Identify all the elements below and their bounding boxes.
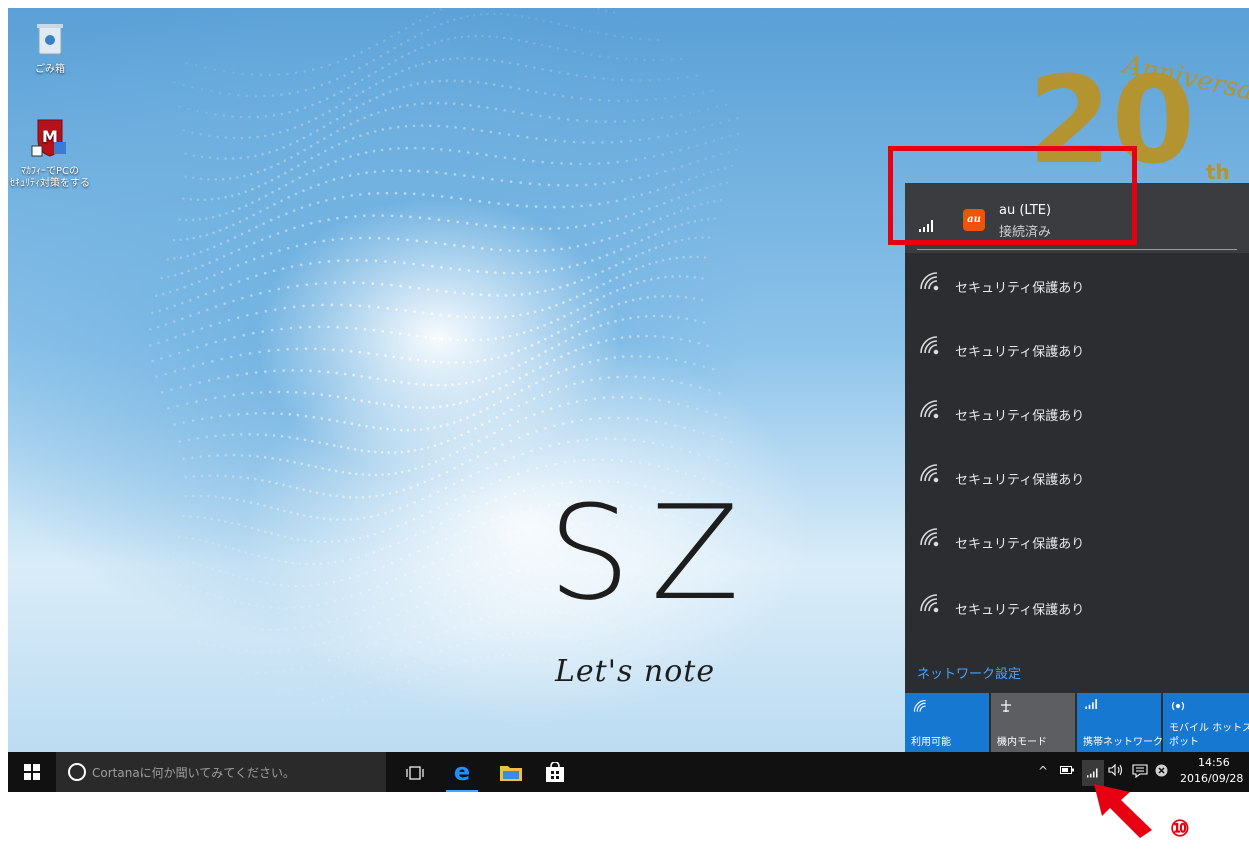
speaker-icon[interactable] — [1108, 763, 1124, 779]
network-flyout: au au (LTE) 接続済み セキュリティ保護あり セキュリティ保護あり セ… — [905, 183, 1249, 752]
wifi-secured-icon — [919, 335, 939, 359]
taskbar: Cortanaに何か聞いてみてください。 e ^ 14:56 2016/09/2… — [8, 752, 1249, 792]
desktop-screen: ごみ箱 M ﾏｶﾌｨｰでPCの ｾｷｭﾘﾃｨ対策をする SZ Let's not… — [8, 8, 1249, 792]
wifi-secured-icon — [919, 463, 939, 487]
wifi-secured-icon — [919, 271, 939, 295]
wifi-network-item[interactable]: セキュリティ保護あり — [905, 511, 1249, 567]
hotspot-tile-label-line1: モバイル ホットス — [1169, 723, 1249, 734]
wifi-network-item[interactable]: セキュリティ保護あり — [905, 383, 1249, 439]
cortana-icon — [68, 763, 86, 781]
task-view-icon[interactable] — [406, 765, 424, 784]
step-number-label: ⑩ — [1170, 816, 1190, 842]
mcafee-shortcut[interactable]: M ﾏｶﾌｨｰでPCの ｾｷｭﾘﾃｨ対策をする — [10, 118, 90, 190]
trash-icon — [10, 22, 90, 60]
wifi-network-item[interactable]: セキュリティ保護あり — [905, 255, 1249, 311]
mcafee-shield-icon: M — [10, 118, 90, 162]
wifi-network-status: セキュリティ保護あり — [955, 603, 1085, 618]
wifi-secured-icon — [919, 399, 939, 423]
airplane-tile-label: 機内モード — [997, 737, 1047, 748]
battery-icon[interactable] — [1060, 764, 1074, 778]
wifi-network-status: セキュリティ保護あり — [955, 537, 1085, 552]
windows-start-icon[interactable] — [24, 764, 40, 784]
store-icon[interactable] — [546, 761, 564, 786]
wifi-network-item[interactable]: セキュリティ保護あり — [905, 447, 1249, 503]
highlight-box — [888, 146, 1137, 245]
close-circle-icon[interactable] — [1155, 764, 1168, 780]
wifi-toggle-tile[interactable]: 利用可能 — [905, 693, 989, 752]
wifi-network-status: セキュリティ保護あり — [955, 345, 1085, 360]
network-settings-link[interactable]: ネットワーク設定 — [917, 663, 1021, 682]
wifi-network-item[interactable]: セキュリティ保護あり — [905, 319, 1249, 375]
cellular-tile[interactable]: 携帯ネットワーク — [1077, 693, 1163, 752]
wifi-icon — [913, 699, 927, 716]
clock-date[interactable]: 2016/09/28 — [1180, 772, 1243, 785]
wallpaper-model-name: SZ — [548, 477, 760, 629]
wifi-tile-label: 利用可能 — [911, 737, 951, 748]
wifi-network-item[interactable]: セキュリティ保護あり — [905, 577, 1249, 633]
recycle-bin-icon[interactable]: ごみ箱 — [10, 22, 90, 76]
clock-time[interactable]: 14:56 — [1198, 756, 1230, 769]
mcafee-label-line1: ﾏｶﾌｨｰでPCの — [20, 166, 79, 177]
red-arrow-icon — [1094, 784, 1152, 838]
cellular-tile-label: 携帯ネットワーク — [1083, 737, 1163, 748]
svg-text:e: e — [454, 760, 470, 784]
file-explorer-icon[interactable] — [500, 763, 522, 785]
recycle-bin-label: ごみ箱 — [35, 64, 65, 75]
edge-browser-icon[interactable]: e — [446, 758, 478, 792]
search-placeholder: Cortanaに何か聞いてみてください。 — [92, 766, 295, 780]
wallpaper-brand-logo: Let's note — [555, 654, 716, 689]
airplane-mode-tile[interactable]: 機内モード — [991, 693, 1075, 752]
cellular-icon — [1085, 699, 1099, 712]
anniversary-suffix: th — [1206, 160, 1230, 184]
mcafee-label-line2: ｾｷｭﾘﾃｨ対策をする — [10, 178, 90, 189]
active-app-indicator — [446, 790, 478, 792]
wifi-network-status: セキュリティ保護あり — [955, 473, 1085, 488]
wifi-secured-icon — [919, 527, 939, 551]
wifi-network-status: セキュリティ保護あり — [955, 409, 1085, 424]
wifi-network-status: セキュリティ保護あり — [955, 281, 1085, 296]
cortana-search-box[interactable]: Cortanaに何か聞いてみてください。 — [56, 752, 386, 792]
airplane-icon — [999, 699, 1013, 716]
action-center-icon[interactable] — [1132, 764, 1148, 781]
divider — [917, 249, 1237, 250]
chevron-up-icon[interactable]: ^ — [1038, 764, 1048, 778]
hotspot-tile-label-line2: ポット — [1169, 737, 1199, 748]
wifi-secured-icon — [919, 593, 939, 617]
mobile-hotspot-tile[interactable]: モバイル ホットス ポット — [1163, 693, 1249, 752]
hotspot-icon — [1171, 699, 1185, 716]
